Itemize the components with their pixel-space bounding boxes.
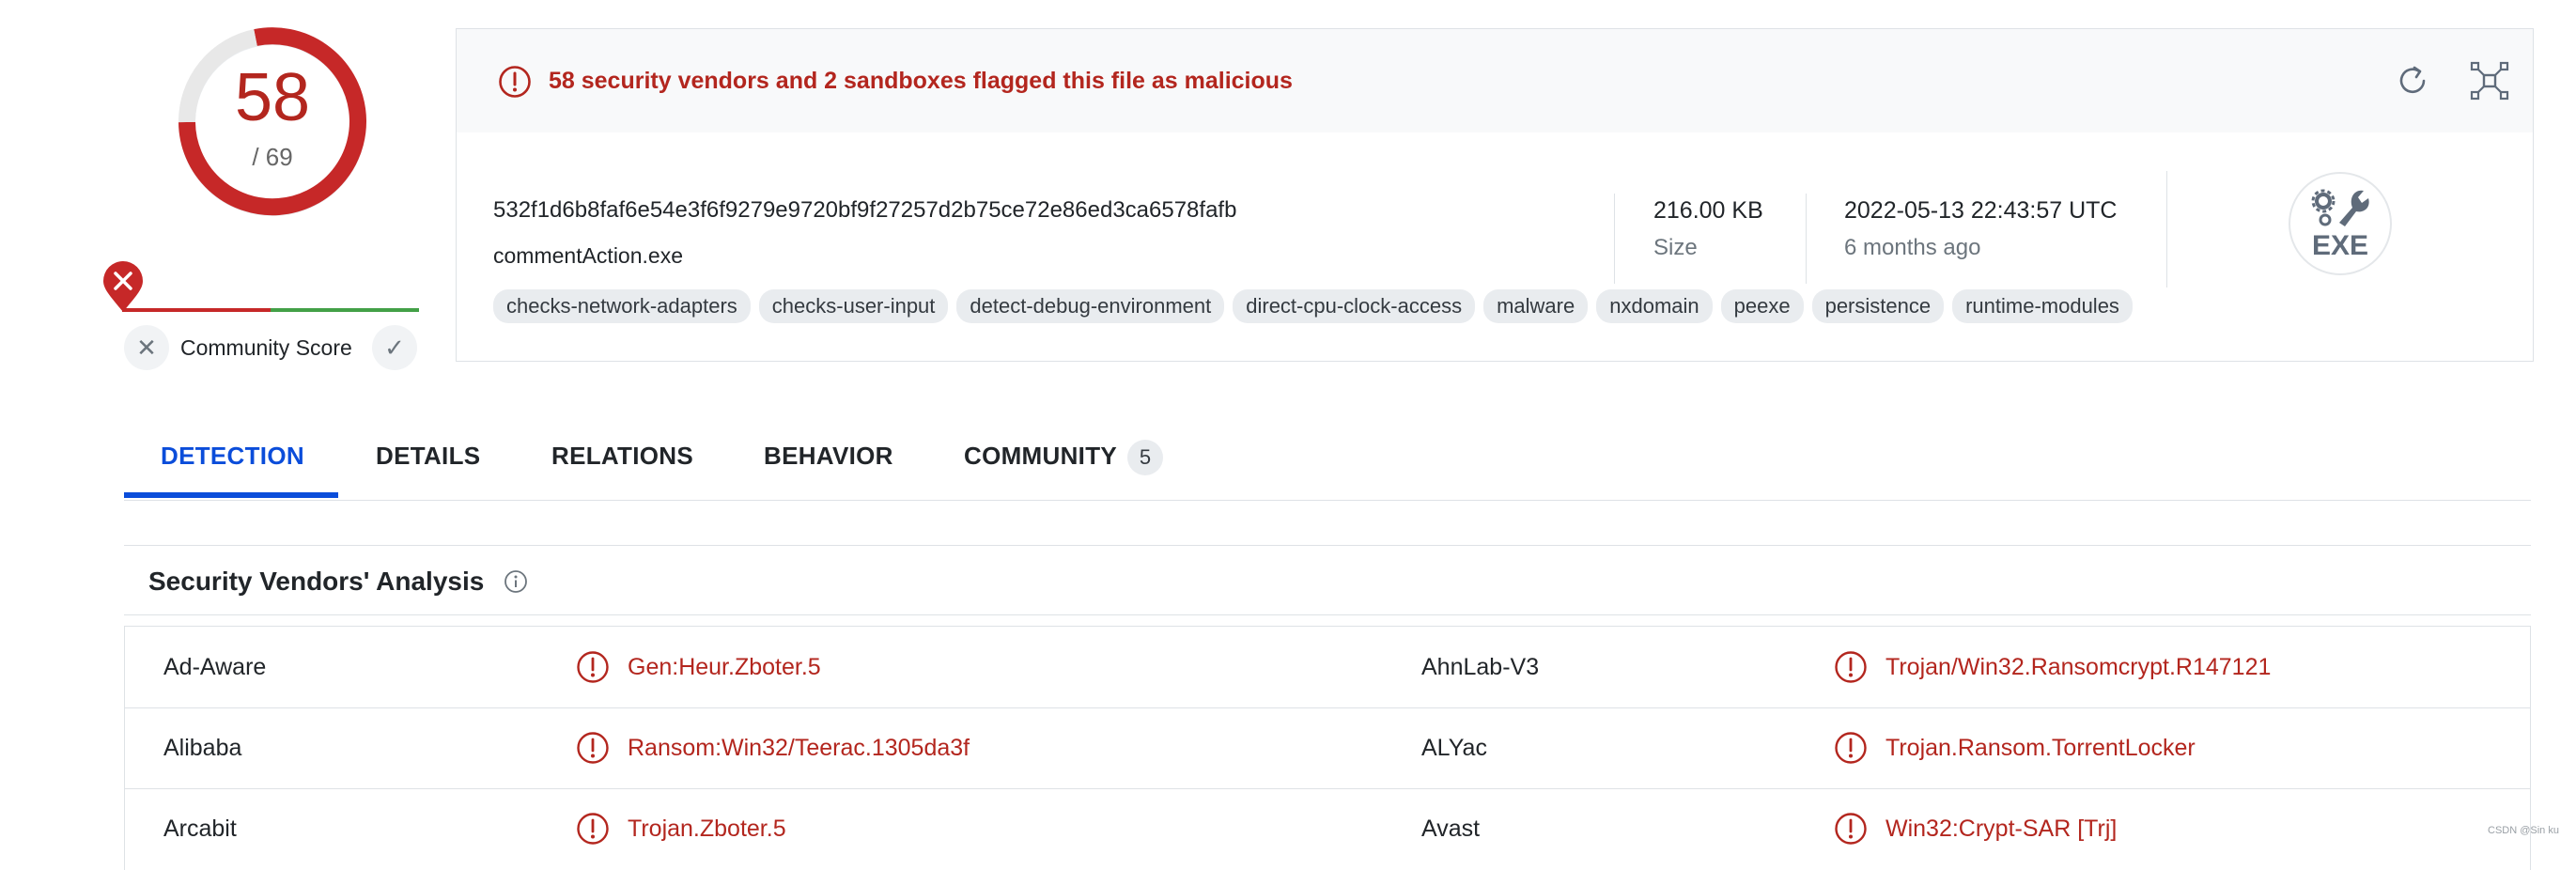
- tab-details[interactable]: DETAILS: [376, 442, 480, 471]
- community-count-badge: 5: [1127, 440, 1163, 475]
- community-marker-icon: [103, 261, 143, 312]
- last-analysis-date: 2022-05-13 22:43:57 UTC: [1844, 197, 2118, 224]
- tab-behavior[interactable]: BEHAVIOR: [764, 442, 893, 471]
- graph-icon[interactable]: [2469, 60, 2510, 101]
- detection-result: Ransom:Win32/Teerac.1305da3f: [628, 735, 970, 761]
- community-score-label: Community Score: [180, 335, 352, 360]
- refresh-icon[interactable]: [2392, 60, 2433, 101]
- alert-circle-icon: [499, 66, 531, 98]
- malicious-alert-text: 58 security vendors and 2 sandboxes flag…: [549, 68, 1293, 94]
- file-tag[interactable]: direct-cpu-clock-access: [1233, 289, 1476, 323]
- file-tag[interactable]: peexe: [1720, 289, 1804, 323]
- divider: [1806, 194, 1807, 284]
- divider: [124, 614, 2531, 615]
- info-icon[interactable]: [504, 569, 528, 594]
- file-size-label: Size: [1653, 235, 1698, 260]
- file-tag[interactable]: persistence: [1811, 289, 1945, 323]
- vendor-name: Arcabit: [163, 816, 237, 842]
- divider: [1614, 194, 1615, 284]
- community-vote-down-button[interactable]: ✕: [124, 325, 169, 370]
- alert-circle-icon: [1835, 651, 1867, 683]
- tab-community[interactable]: COMMUNITY: [964, 442, 1117, 471]
- community-vote-up-button[interactable]: ✓: [372, 325, 417, 370]
- table-row-divider: [125, 707, 2530, 708]
- vendor-name: AhnLab-V3: [1421, 654, 1540, 680]
- file-tag[interactable]: runtime-modules: [1952, 289, 2133, 323]
- tab-detection[interactable]: DETECTION: [161, 442, 304, 471]
- check-icon: ✓: [384, 333, 405, 362]
- tab-bar-divider: [124, 500, 2531, 501]
- vendor-name: Avast: [1421, 816, 1481, 842]
- file-tags: checks-network-adapters checks-user-inpu…: [493, 289, 2133, 323]
- file-size-value: 216.00 KB: [1653, 197, 1763, 224]
- detection-result: Trojan/Win32.Ransomcrypt.R147121: [1885, 654, 2272, 680]
- community-bar-positive: [271, 308, 419, 312]
- file-type-label: EXE: [2311, 230, 2369, 261]
- divider: [124, 545, 2531, 546]
- file-tag[interactable]: checks-network-adapters: [493, 289, 751, 323]
- alert-circle-icon: [577, 651, 609, 683]
- alert-circle-icon: [577, 732, 609, 764]
- vendor-name: Ad-Aware: [163, 654, 267, 680]
- detection-result: Trojan.Ransom.TorrentLocker: [1885, 735, 2196, 761]
- tab-relations[interactable]: RELATIONS: [551, 442, 693, 471]
- watermark: CSDN @Sin ku: [2488, 825, 2559, 836]
- vendor-name: ALYac: [1421, 735, 1487, 761]
- table-row-divider: [125, 788, 2530, 789]
- vendor-name: Alibaba: [163, 735, 242, 761]
- close-icon: ✕: [136, 333, 157, 362]
- active-tab-indicator: [124, 492, 338, 498]
- alert-circle-icon: [1835, 813, 1867, 845]
- file-tag[interactable]: checks-user-input: [758, 289, 949, 323]
- detection-result: Win32:Crypt-SAR [Trj]: [1885, 816, 2118, 842]
- last-analysis-relative: 6 months ago: [1844, 235, 1981, 260]
- section-title: Security Vendors' Analysis: [148, 567, 485, 596]
- file-tag[interactable]: malware: [1483, 289, 1589, 323]
- exe-file-icon: EXE: [2289, 172, 2392, 275]
- file-tag[interactable]: nxdomain: [1596, 289, 1713, 323]
- alert-circle-icon: [1835, 732, 1867, 764]
- file-hash[interactable]: 532f1d6b8faf6e54e3f6f9279e9720bf9f27257d…: [493, 197, 1236, 224]
- file-tag[interactable]: detect-debug-environment: [956, 289, 1225, 323]
- alert-circle-icon: [577, 813, 609, 845]
- file-name: commentAction.exe: [493, 243, 683, 268]
- detection-count: 58: [234, 60, 311, 135]
- community-bar-negative: [122, 308, 271, 312]
- detection-result: Trojan.Zboter.5: [628, 816, 786, 842]
- divider: [2166, 171, 2167, 287]
- detection-total: / 69: [252, 143, 293, 171]
- detection-result: Gen:Heur.Zboter.5: [628, 654, 821, 680]
